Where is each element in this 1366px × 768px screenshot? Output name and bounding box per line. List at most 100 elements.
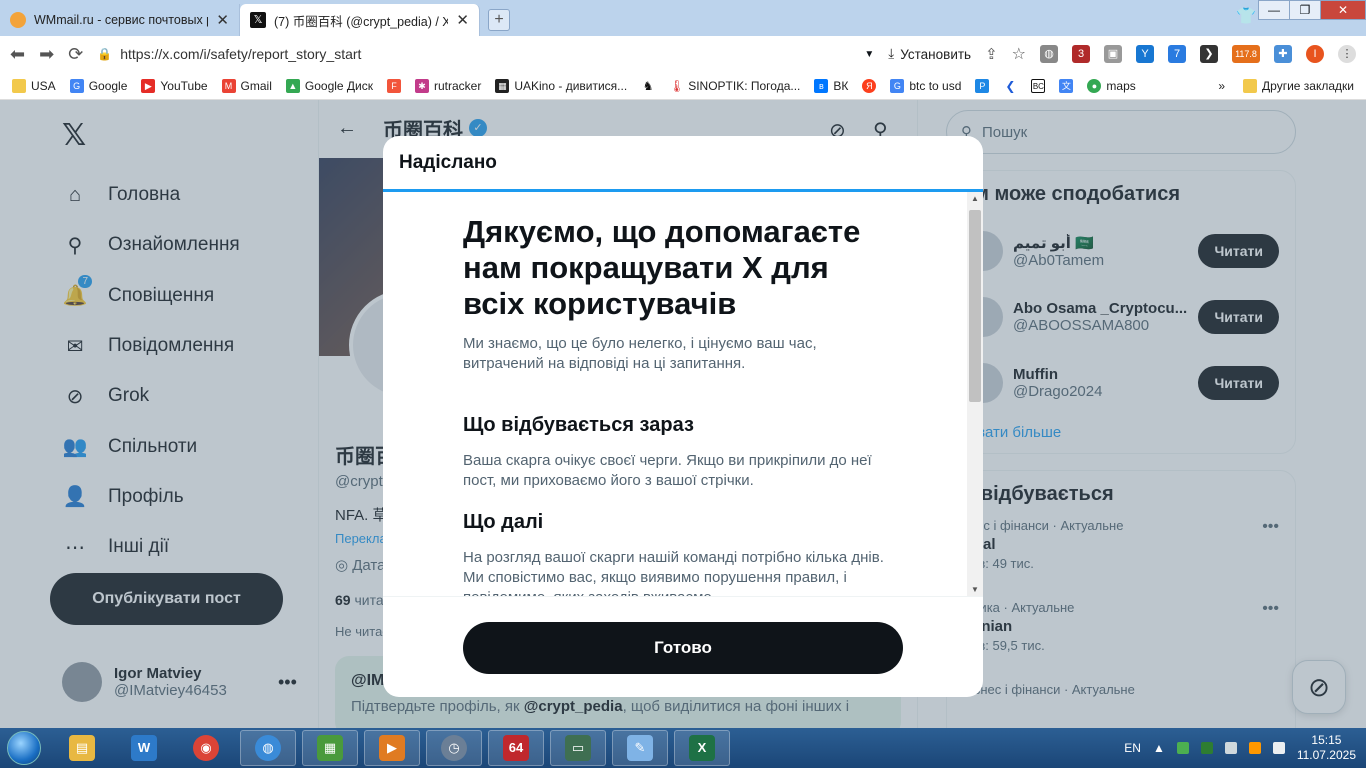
extension-y-icon[interactable]: Y xyxy=(1136,45,1154,63)
extension-gray-icon[interactable]: ▣ xyxy=(1104,45,1122,63)
tab-close-icon[interactable]: ✕ xyxy=(456,11,469,29)
bookmark-yandex[interactable]: Я xyxy=(862,78,877,93)
scrollbar-thumb[interactable] xyxy=(969,210,981,402)
lock-icon[interactable]: 🔒 xyxy=(97,47,112,61)
maps-pin-icon: ● xyxy=(1087,78,1102,93)
forward-arrow-icon[interactable]: ➡ xyxy=(39,44,54,65)
yandex-icon: Я xyxy=(862,78,877,93)
taskbar-monitor-app[interactable]: ▭ xyxy=(550,730,606,766)
extension-red-icon[interactable]: 3 xyxy=(1072,45,1090,63)
bookmark-sinoptik[interactable]: 🌡 SINOPTIK: Погода... xyxy=(669,78,800,93)
bookmark-google-drive[interactable]: ▲ Google Диск xyxy=(285,78,373,93)
taskbar-explorer[interactable]: ▤ xyxy=(54,730,110,766)
bookmark-youtube[interactable]: ▶ YouTube xyxy=(141,78,208,93)
notepad-icon: ✎ xyxy=(627,735,653,761)
done-button[interactable]: Готово xyxy=(463,622,903,674)
share-icon[interactable]: ⇪ xyxy=(985,45,998,63)
section-now-text: Ваша скарга очікує своєї черги. Якщо ви … xyxy=(463,452,872,489)
tab-title: (7) 币圈百科 (@crypt_pedia) / X xyxy=(274,14,449,29)
theme-icon[interactable]: 👕 xyxy=(1236,6,1256,26)
bookmark-google[interactable]: G Google xyxy=(69,78,127,93)
tray-app-icon[interactable] xyxy=(1176,742,1189,754)
app-64-icon: 64 xyxy=(503,735,529,761)
extension-dark-icon[interactable]: ❯ xyxy=(1200,45,1218,63)
chrome-icon: ◉ xyxy=(193,735,219,761)
x-favicon-icon: 𝕏 xyxy=(250,12,266,28)
taskbar-clock-app[interactable]: ◷ xyxy=(426,730,482,766)
taskbar-globe-app[interactable]: ◍ xyxy=(240,730,296,766)
bookmark-usa[interactable]: USA xyxy=(12,78,56,93)
dialog-header: Надіслано xyxy=(383,136,983,192)
globe-icon[interactable]: ◍ xyxy=(1040,45,1058,63)
minimize-button[interactable]: — xyxy=(1258,0,1290,20)
bc-icon: BC xyxy=(1031,78,1046,93)
dialog-scrollbar[interactable]: ▲ ▼ xyxy=(967,192,983,596)
bookmark-chess[interactable]: ♞ xyxy=(641,78,656,93)
browser-tab-bar: WMmail.ru - сервис почтовых рас ✕ 𝕏 (7) … xyxy=(0,0,1366,36)
language-indicator[interactable]: EN xyxy=(1124,741,1141,755)
bookmark-rutracker[interactable]: F xyxy=(387,78,401,93)
scroll-up-icon[interactable]: ▲ xyxy=(967,194,983,203)
taskbar-shield-app[interactable]: W xyxy=(116,730,172,766)
bookmark-uakino[interactable]: ▦ UAKino - дивитися... xyxy=(495,78,627,93)
volume-icon[interactable] xyxy=(1272,742,1285,754)
price-extension-icon[interactable]: 117.8 xyxy=(1232,45,1260,63)
bookmark-btc[interactable]: Gbtc to usd xyxy=(890,78,961,93)
rutracker-star-icon: ✱ xyxy=(415,78,429,93)
taskbar-media[interactable]: ▶ xyxy=(364,730,420,766)
uakino-icon: ▦ xyxy=(495,78,510,93)
reload-icon[interactable]: ⟳ xyxy=(68,44,83,65)
scroll-down-icon[interactable]: ▼ xyxy=(967,585,983,594)
tab-title: WMmail.ru - сервис почтовых рас xyxy=(34,13,209,27)
shield-icon: W xyxy=(131,735,157,761)
windows-taskbar: ▤ W ◉ ◍ ▦ ▶ ◷ 64 ▭ ✎ X EN ▲ 15:15 11.07.… xyxy=(0,728,1366,768)
bookmark-vk[interactable]: в ВК xyxy=(814,78,848,93)
tray-expand-icon[interactable]: ▲ xyxy=(1153,741,1165,755)
close-window-button[interactable]: ✕ xyxy=(1320,0,1366,20)
p-icon: P xyxy=(975,78,990,93)
taskbar-calculator[interactable]: ▦ xyxy=(302,730,358,766)
other-bookmarks[interactable]: Другие закладки xyxy=(1243,78,1354,93)
network-icon[interactable] xyxy=(1224,742,1237,754)
install-button[interactable]: ⤓ Установить xyxy=(888,46,971,62)
menu-icon[interactable]: ⋮ xyxy=(1338,45,1356,63)
url-field[interactable]: 🔒 https://x.com/i/safety/report_story_st… xyxy=(97,46,850,62)
wmmail-favicon-icon xyxy=(10,12,26,28)
bookmarks-more-button[interactable]: » xyxy=(1218,79,1225,93)
dropdown-icon[interactable]: ▼ xyxy=(864,49,874,60)
bookmark-translate[interactable]: 文 xyxy=(1059,78,1074,93)
taskbar-chrome[interactable]: ◉ xyxy=(178,730,234,766)
windows-logo-icon xyxy=(7,731,41,765)
tray-app-icon[interactable] xyxy=(1200,742,1213,754)
bookmark-bc[interactable]: BC xyxy=(1031,78,1046,93)
taskbar-64-app[interactable]: 64 xyxy=(488,730,544,766)
taskbar-notepad[interactable]: ✎ xyxy=(612,730,668,766)
folder-icon xyxy=(12,78,26,93)
new-tab-button[interactable]: + xyxy=(488,9,510,31)
clock-time: 15:15 xyxy=(1311,733,1342,747)
extension-blue-icon[interactable]: 7 xyxy=(1168,45,1186,63)
translate-icon: 文 xyxy=(1059,78,1074,93)
tab-close-icon[interactable]: ✕ xyxy=(216,11,229,29)
maximize-button[interactable]: ❐ xyxy=(1289,0,1321,20)
tab-x-profile[interactable]: 𝕏 (7) 币圈百科 (@crypt_pedia) / X ✕ xyxy=(240,4,480,36)
back-arrow-icon[interactable]: ⬅ xyxy=(10,44,25,65)
bookmark-maps[interactable]: ● maps xyxy=(1087,78,1136,93)
bookmark-rutracker-2[interactable]: ✱ rutracker xyxy=(415,78,481,93)
gmail-icon: M xyxy=(221,78,236,93)
star-icon[interactable]: ☆ xyxy=(1012,44,1026,64)
google-icon: G xyxy=(890,78,905,93)
system-clock[interactable]: 15:15 11.07.2025 xyxy=(1297,733,1356,763)
section-next-text: На розгляд вашої скарги нашій команді по… xyxy=(463,549,884,596)
puzzle-icon[interactable]: ✚ xyxy=(1274,45,1292,63)
monitor-icon: ▭ xyxy=(565,735,591,761)
bookmark-arrow[interactable]: ❮ xyxy=(1003,78,1018,93)
bookmark-gmail[interactable]: M Gmail xyxy=(221,78,272,93)
install-label: Установить xyxy=(900,46,972,62)
tab-wmmail[interactable]: WMmail.ru - сервис почтовых рас ✕ xyxy=(0,4,240,36)
bookmark-p[interactable]: P xyxy=(975,78,990,93)
profile-avatar[interactable]: I xyxy=(1306,45,1324,63)
taskbar-excel[interactable]: X xyxy=(674,730,730,766)
tray-app-icon[interactable] xyxy=(1248,742,1261,754)
start-button[interactable] xyxy=(0,728,48,768)
